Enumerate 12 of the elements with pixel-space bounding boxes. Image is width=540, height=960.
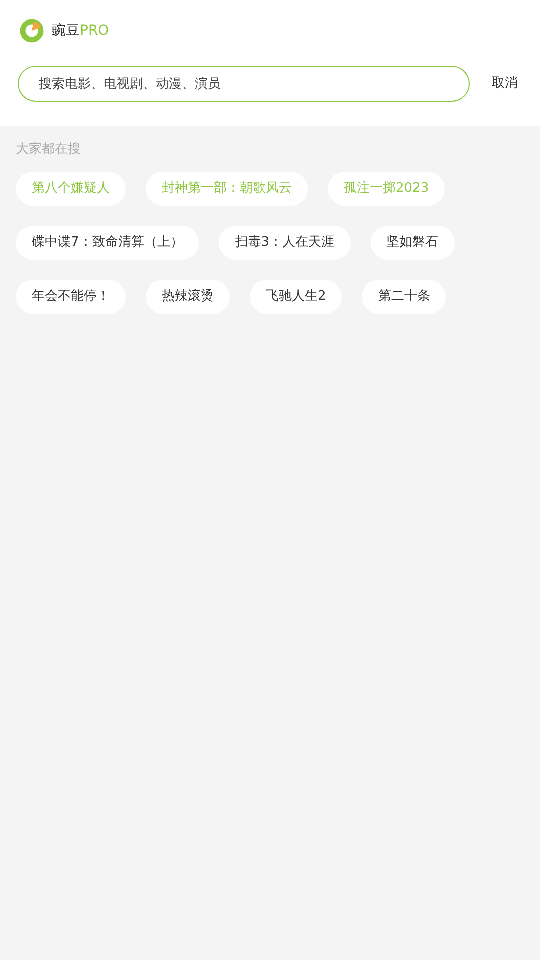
search-tag[interactable]: 第二十条 (362, 280, 446, 314)
search-tag[interactable]: 碟中谍7：致命清算（上） (16, 226, 200, 260)
search-tag[interactable]: 坚如磐石 (370, 226, 455, 260)
logo-icon (20, 19, 44, 43)
search-tag[interactable]: 热辣滚烫 (146, 280, 230, 314)
search-tag[interactable]: 扫毒3：人在天涯 (219, 226, 351, 260)
section-title: 大家都在搜 (16, 141, 82, 159)
search-tag[interactable]: 年会不能停！ (16, 280, 126, 314)
search-tag[interactable]: 飞驰人生2 (250, 280, 342, 314)
cancel-button[interactable]: 取消 (492, 74, 518, 94)
search-field[interactable]: 搜索电影、电视剧、动漫、演员 (18, 66, 470, 102)
app-title: 豌豆PRO (52, 22, 110, 40)
